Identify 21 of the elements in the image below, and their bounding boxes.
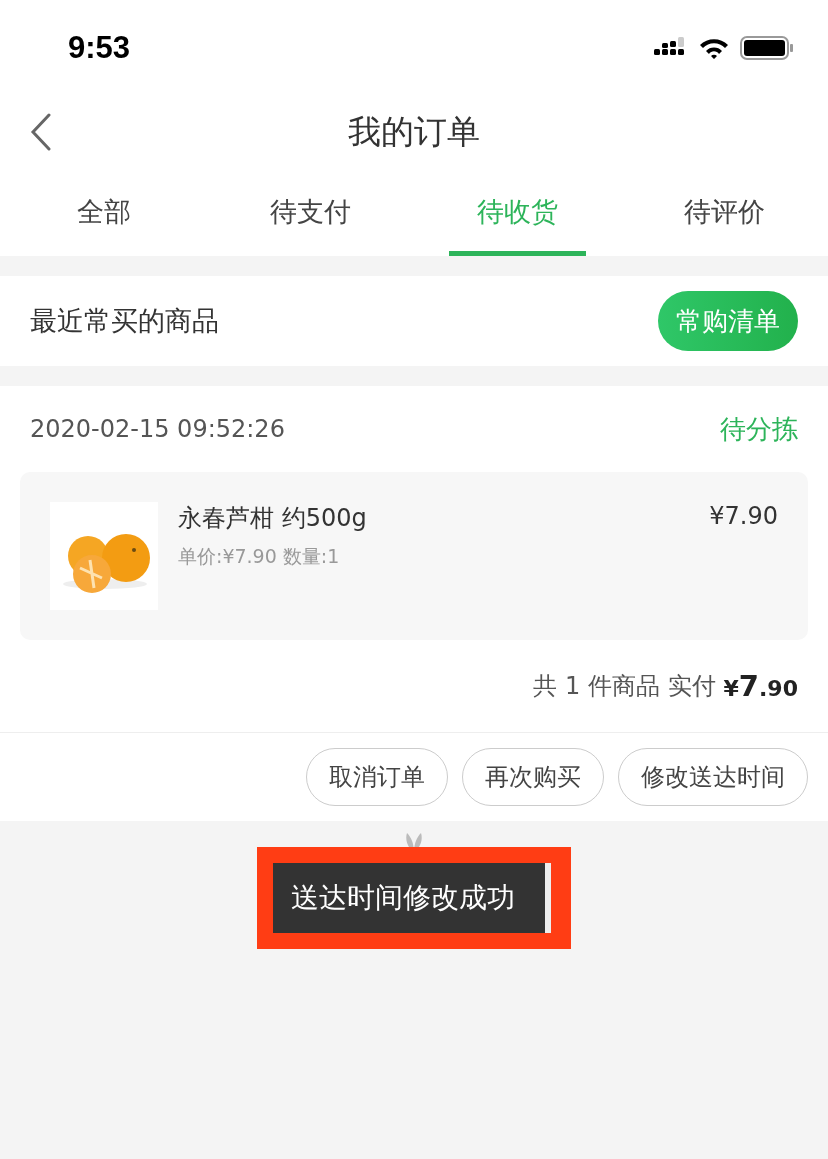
order-tab[interactable]: 待支付	[242, 170, 379, 256]
recent-label: 最近常买的商品	[30, 304, 219, 338]
page-title: 我的订单	[348, 111, 480, 153]
order-tab[interactable]: 全部	[35, 170, 172, 256]
wifi-icon	[698, 36, 730, 59]
order-action-button[interactable]: 再次购买	[462, 748, 604, 806]
order-action-button[interactable]: 取消订单	[306, 748, 448, 806]
product-price: ¥7.90	[709, 502, 778, 530]
order-summary: 共 1 件商品 实付	[533, 671, 716, 702]
order-tab[interactable]: 待评价	[656, 170, 793, 256]
battery-icon	[740, 35, 794, 60]
product-card[interactable]: 永春芦柑 约500g 单价:¥7.90 数量:1 ¥7.90	[20, 472, 808, 640]
status-time: 9:53	[68, 29, 131, 66]
order-time: 2020-02-15 09:52:26	[30, 415, 285, 443]
toast-message: 送达时间修改成功	[291, 881, 515, 914]
product-name: 永春芦柑 约500g	[178, 503, 368, 534]
order-status: 待分拣	[720, 412, 798, 446]
order-action-button[interactable]: 修改送达时间	[618, 748, 808, 806]
product-detail: 单价:¥7.90 数量:1	[178, 544, 341, 569]
back-icon[interactable]	[30, 113, 52, 151]
order-total: ¥7.90	[723, 669, 798, 703]
